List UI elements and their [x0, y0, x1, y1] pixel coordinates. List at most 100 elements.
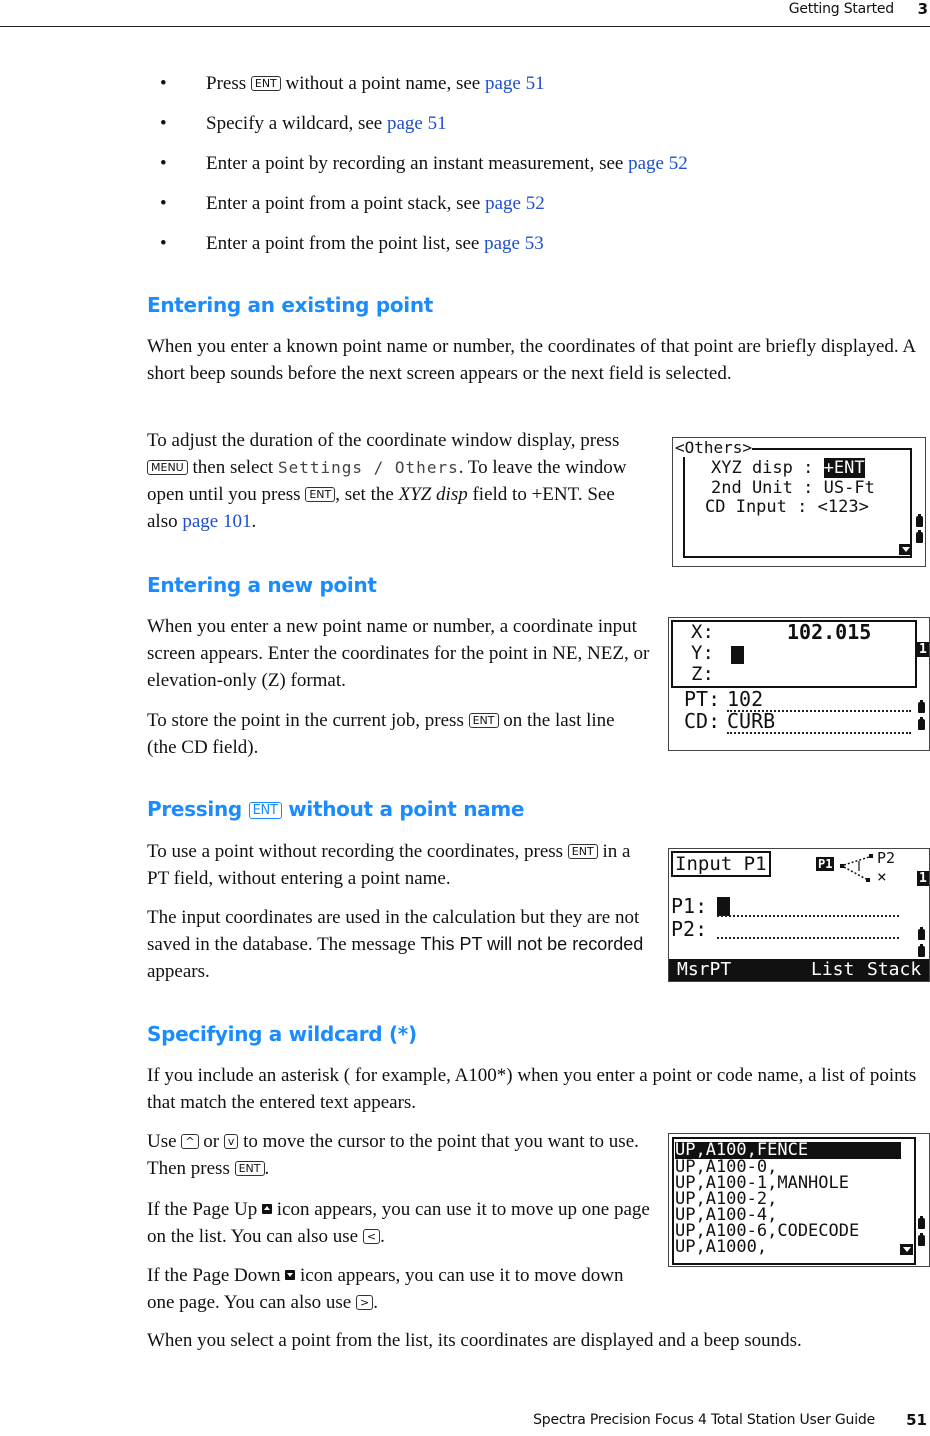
- menu-path: Settings / Others: [277, 458, 459, 477]
- store-point-instructions: To store the point in the current job, p…: [147, 710, 615, 758]
- battery-icon: [918, 927, 925, 940]
- wildcard-list-screen: UP,A100,FENCE UP,A100-0, UP,A100-1,MANHO…: [668, 1133, 930, 1267]
- text-cursor: [717, 897, 730, 916]
- diagram-unknown-point: ×: [877, 867, 887, 886]
- p1-field[interactable]: [717, 915, 899, 917]
- not-recorded-description: The input coordinates are used in the ca…: [147, 907, 644, 982]
- point-diagram-icon: [840, 854, 873, 882]
- list-item: • Enter a point from a point stack, see p…: [160, 190, 688, 230]
- softkey-list[interactable]: List: [811, 959, 854, 980]
- list-item: • Enter a point from the point list, see …: [160, 230, 688, 270]
- page-down-icon: [285, 1270, 296, 1280]
- battery-icon: [916, 514, 923, 527]
- battery-icon: [918, 700, 925, 713]
- settings-row: 2nd Unit : US-Ft: [711, 478, 875, 498]
- text-cursor: [731, 646, 744, 664]
- p1-label: P1:: [671, 894, 708, 918]
- cd-value[interactable]: CURB: [727, 709, 775, 733]
- cd-label: CD:: [684, 709, 721, 733]
- header-section-title: Getting Started: [788, 1, 894, 17]
- footer-page-number: 51: [906, 1411, 927, 1429]
- page-down-icon[interactable]: [900, 1244, 913, 1255]
- cursor-instructions: Use ^ or v to move the cursor to the poi…: [147, 1131, 639, 1179]
- p2-field[interactable]: [717, 937, 899, 939]
- heading-new-point: Entering a new point: [147, 573, 377, 597]
- page-header: Getting Started 3: [0, 0, 930, 27]
- y-label: Y:: [691, 642, 714, 664]
- softkey-stack[interactable]: Stack: [867, 959, 921, 980]
- ent-key: ENT: [250, 76, 281, 91]
- screen-title: Input P1: [671, 851, 771, 877]
- page-link[interactable]: page 101: [182, 511, 251, 532]
- page-number-badge: 1: [917, 871, 929, 886]
- bullet-icon: •: [160, 153, 167, 174]
- screen-frame-top: [733, 448, 910, 450]
- pt-value[interactable]: 102: [727, 687, 763, 711]
- page-down-icon: [899, 544, 912, 555]
- coordinate-input-screen: X: 102.015 Y: Z: 1 PT: 102 CD: CURB: [668, 617, 930, 751]
- wildcard-description: If you include an asterisk ( for example…: [147, 1065, 917, 1113]
- ent-key: ENT: [468, 713, 499, 728]
- ent-key: ENT: [305, 487, 336, 502]
- battery-icon: [918, 944, 925, 957]
- x-value[interactable]: 102.015: [787, 620, 871, 644]
- screen-title: <Others>: [675, 438, 753, 457]
- select-point-result: When you select a point from the list, i…: [147, 1330, 802, 1351]
- coordinate-window-instructions: To adjust the duration of the coordinate…: [147, 430, 627, 532]
- page-link[interactable]: page 52: [485, 193, 545, 214]
- page-link[interactable]: page 51: [485, 73, 545, 94]
- list-item[interactable]: UP,A1000,: [675, 1239, 767, 1256]
- page-link[interactable]: page 53: [484, 233, 544, 254]
- page-up-instructions: If the Page Up icon appears, you can use…: [147, 1199, 650, 1247]
- battery-icon: [918, 1216, 925, 1229]
- ent-key: ENT: [567, 844, 598, 859]
- bullet-icon: •: [160, 113, 167, 134]
- ent-key: ENT: [234, 1161, 265, 1176]
- menu-key: MENU: [147, 460, 188, 475]
- diagram-p2-label: P2: [877, 849, 896, 867]
- new-point-description: When you enter a new point name or numbe…: [147, 616, 650, 691]
- x-label: X:: [691, 621, 714, 643]
- bullet-icon: •: [160, 193, 167, 214]
- down-key: v: [223, 1134, 239, 1149]
- pt-label: PT:: [684, 687, 721, 711]
- heading-existing-point: Entering an existing point: [147, 293, 434, 317]
- ent-without-name-description: To use a point without recording the coo…: [147, 841, 631, 889]
- footer-guide-title: Spectra Precision Focus 4 Total Station …: [533, 1412, 875, 1428]
- field-name: XYZ disp: [398, 484, 468, 505]
- page-link[interactable]: page 51: [387, 113, 447, 134]
- battery-icon: [916, 530, 923, 543]
- settings-row: XYZ disp : +ENT: [711, 458, 865, 478]
- cd-field-underline: [727, 732, 911, 734]
- softkey-msrpt[interactable]: MsrPT: [677, 959, 731, 980]
- diagram-p1-label: P1: [816, 857, 835, 871]
- bullet-icon: •: [160, 233, 167, 254]
- list-item: • Press ENT without a point name, see pag…: [160, 70, 688, 110]
- z-label: Z:: [691, 663, 714, 685]
- battery-icon: [918, 1233, 925, 1246]
- battery-icon: [918, 717, 925, 730]
- softkey-bar: MsrPT List Stack: [669, 959, 929, 981]
- selected-value[interactable]: +ENT: [823, 458, 865, 478]
- up-key: ^: [181, 1134, 199, 1149]
- others-settings-screen: <Others> XYZ disp : +ENT 2nd Unit : US-F…: [672, 437, 926, 567]
- bullet-icon: •: [160, 73, 167, 94]
- list-item: • Enter a point by recording an instant m…: [160, 150, 688, 190]
- left-key: <: [362, 1229, 381, 1244]
- page-link[interactable]: page 52: [628, 153, 688, 174]
- list-item: • Specify a wildcard, see page 51: [160, 110, 688, 150]
- page-number-badge: 1: [917, 642, 929, 657]
- header-chapter-number: 3: [917, 0, 928, 18]
- heading-ent-without-name: Pressing ENT without a point name: [147, 797, 525, 821]
- settings-row: CD Input : <123>: [705, 497, 869, 517]
- ent-key: ENT: [248, 802, 282, 819]
- page-up-icon: [262, 1204, 273, 1214]
- system-message: This PT will not be recorded: [420, 934, 644, 954]
- heading-wildcard: Specifying a wildcard (*): [147, 1022, 417, 1046]
- input-p1-screen: Input P1 P1 P2 × 1 P1: P2: MsrPT List St…: [668, 848, 930, 982]
- p2-label: P2:: [671, 917, 708, 941]
- right-key: >: [355, 1295, 374, 1310]
- method-list: • Press ENT without a point name, see pag…: [160, 70, 688, 270]
- page-down-instructions: If the Page Down icon appears, you can u…: [147, 1265, 624, 1313]
- existing-point-description: When you enter a known point name or num…: [147, 336, 915, 384]
